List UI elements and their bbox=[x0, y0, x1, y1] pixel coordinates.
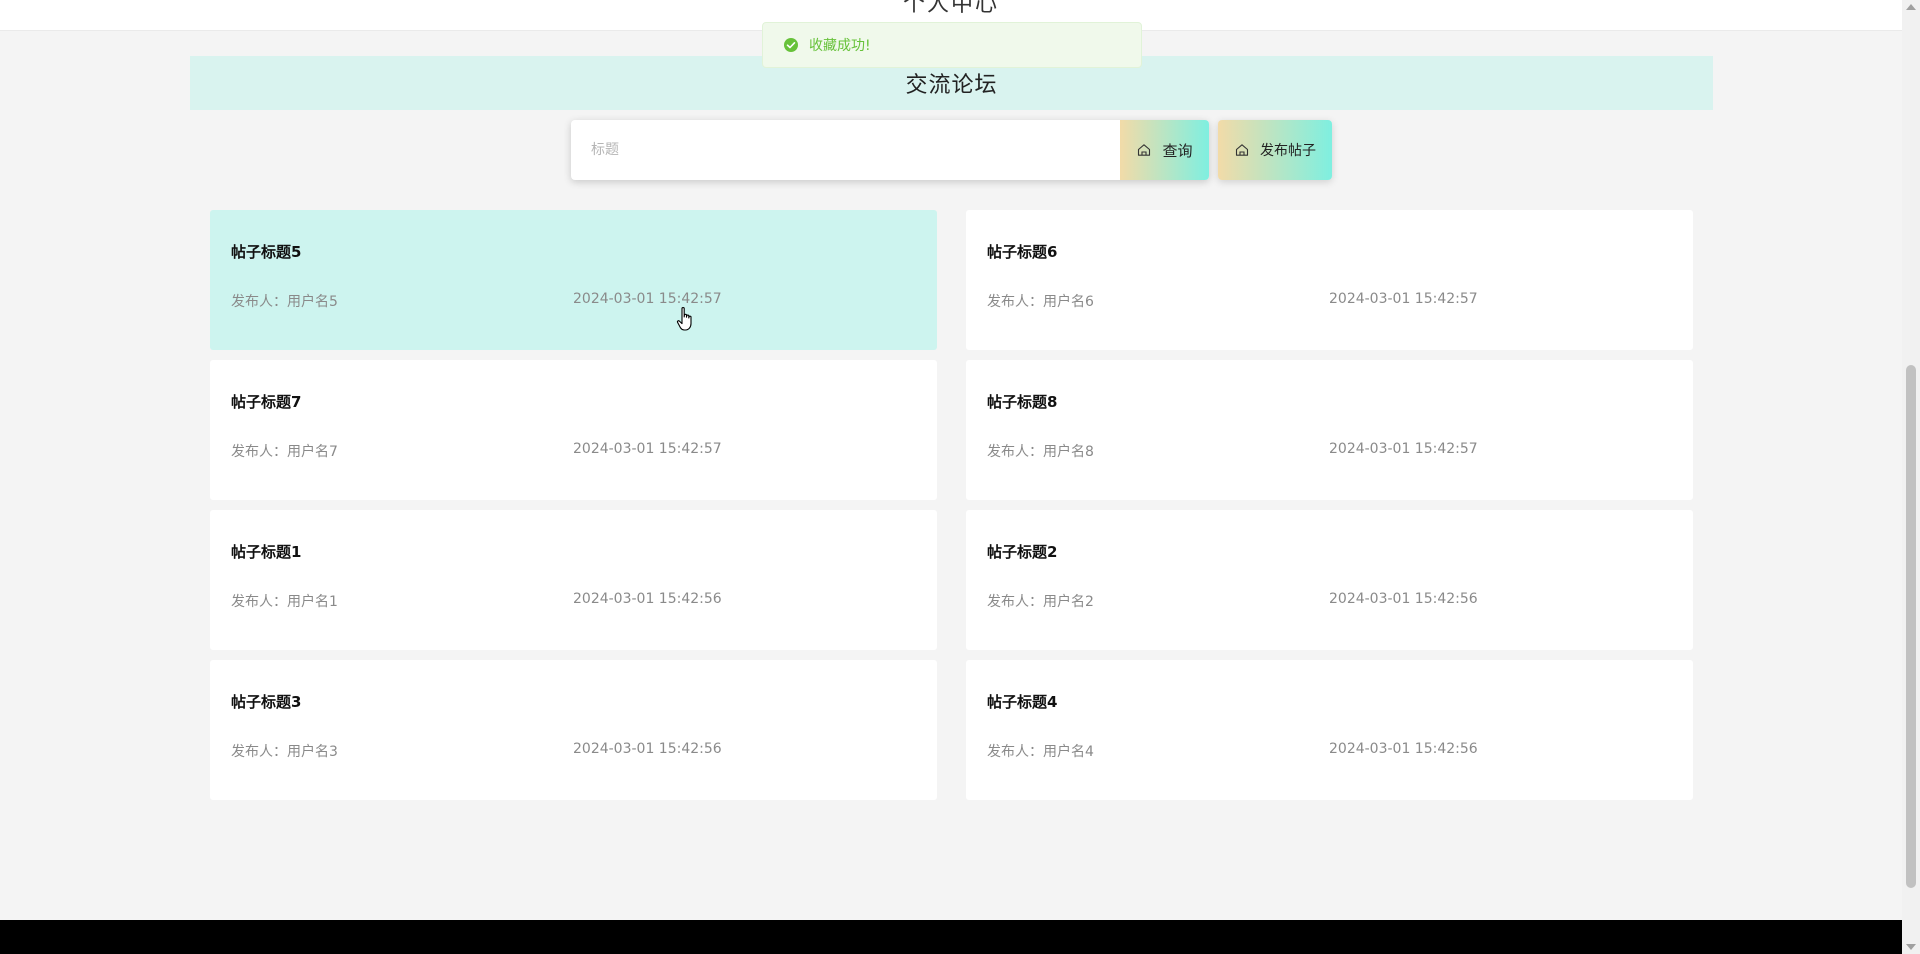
post-card[interactable]: 帖子标题5 发布人：用户名5 2024-03-01 15:42:57 bbox=[210, 210, 937, 350]
search-input[interactable] bbox=[571, 120, 1120, 180]
nav-title: 个人中心 bbox=[902, 0, 999, 17]
post-card[interactable]: 帖子标题1 发布人：用户名1 2024-03-01 15:42:56 bbox=[210, 510, 937, 650]
post-card[interactable]: 帖子标题6 发布人：用户名6 2024-03-01 15:42:57 bbox=[966, 210, 1693, 350]
post-card[interactable]: 帖子标题2 发布人：用户名2 2024-03-01 15:42:56 bbox=[966, 510, 1693, 650]
post-title: 帖子标题6 bbox=[987, 243, 1058, 261]
post-time: 2024-03-01 15:42:56 bbox=[573, 591, 722, 607]
post-author: 发布人：用户名6 bbox=[987, 294, 1094, 310]
post-time: 2024-03-01 15:42:57 bbox=[573, 291, 722, 307]
post-title: 帖子标题7 bbox=[231, 393, 302, 411]
post-card[interactable]: 帖子标题8 发布人：用户名8 2024-03-01 15:42:57 bbox=[966, 360, 1693, 500]
post-title: 帖子标题2 bbox=[987, 543, 1058, 561]
post-author: 发布人：用户名5 bbox=[231, 294, 338, 310]
scrollbar-thumb[interactable] bbox=[1906, 365, 1916, 888]
post-title: 帖子标题8 bbox=[987, 393, 1058, 411]
post-author: 发布人：用户名7 bbox=[231, 444, 338, 460]
publish-post-button[interactable]: 发布帖子 bbox=[1218, 120, 1332, 180]
toast-message: 收藏成功! bbox=[762, 22, 1142, 68]
post-list: 帖子标题5 发布人：用户名5 2024-03-01 15:42:57 帖子标题6… bbox=[210, 210, 1693, 800]
query-button[interactable]: 查询 bbox=[1120, 120, 1209, 180]
success-check-icon bbox=[783, 37, 799, 53]
post-title: 帖子标题4 bbox=[987, 693, 1058, 711]
post-time: 2024-03-01 15:42:57 bbox=[1329, 441, 1478, 457]
post-author: 发布人：用户名2 bbox=[987, 594, 1094, 610]
query-button-label: 查询 bbox=[1162, 141, 1193, 160]
post-author: 发布人：用户名1 bbox=[231, 594, 338, 610]
home-icon bbox=[1136, 142, 1152, 158]
post-author: 发布人：用户名3 bbox=[231, 744, 338, 760]
post-author: 发布人：用户名8 bbox=[987, 444, 1094, 460]
search-bar: 查询 bbox=[571, 120, 1209, 180]
post-time: 2024-03-01 15:42:56 bbox=[573, 741, 722, 757]
publish-button-label: 发布帖子 bbox=[1260, 143, 1316, 159]
post-title: 帖子标题5 bbox=[231, 243, 302, 261]
post-time: 2024-03-01 15:42:57 bbox=[1329, 291, 1478, 307]
scroll-up-arrow-icon[interactable] bbox=[1906, 4, 1916, 10]
post-card[interactable]: 帖子标题3 发布人：用户名3 2024-03-01 15:42:56 bbox=[210, 660, 937, 800]
page: 个人中心 收藏成功! 交流论坛 查询 bbox=[0, 0, 1920, 954]
post-title: 帖子标题3 bbox=[231, 693, 302, 711]
post-card[interactable]: 帖子标题4 发布人：用户名4 2024-03-01 15:42:56 bbox=[966, 660, 1693, 800]
post-card[interactable]: 帖子标题7 发布人：用户名7 2024-03-01 15:42:57 bbox=[210, 360, 937, 500]
post-title: 帖子标题1 bbox=[231, 543, 302, 561]
post-time: 2024-03-01 15:42:56 bbox=[1329, 741, 1478, 757]
page-footer bbox=[0, 920, 1902, 954]
post-author: 发布人：用户名4 bbox=[987, 744, 1094, 760]
toast-text: 收藏成功! bbox=[809, 38, 871, 54]
home-icon bbox=[1234, 142, 1250, 158]
hand-pointer-cursor-icon bbox=[676, 306, 696, 332]
post-time: 2024-03-01 15:42:56 bbox=[1329, 591, 1478, 607]
post-time: 2024-03-01 15:42:57 bbox=[573, 441, 722, 457]
vertical-scrollbar[interactable] bbox=[1902, 0, 1920, 954]
scroll-down-arrow-icon[interactable] bbox=[1906, 944, 1916, 950]
